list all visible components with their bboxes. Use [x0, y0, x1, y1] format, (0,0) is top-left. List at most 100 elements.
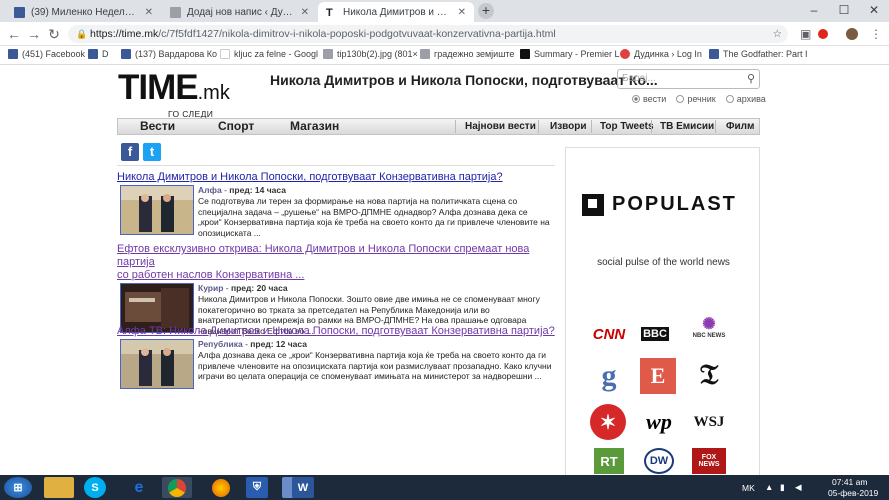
close-window-button[interactable]: ✕ — [859, 0, 889, 22]
chrome-icon[interactable] — [162, 477, 192, 498]
tab-facebook[interactable]: (39) Миленко Неделковски - Н ✕ — [6, 2, 161, 22]
opera-icon[interactable] — [818, 29, 828, 39]
new-tab-button[interactable]: + — [478, 3, 494, 19]
word-icon[interactable]: W — [292, 477, 314, 498]
star-icon[interactable]: ☆ — [773, 25, 782, 43]
reload-icon[interactable]: ↻ — [46, 26, 62, 42]
menu-magazine[interactable]: Магазин — [290, 119, 339, 134]
article-title-link[interactable]: Ефтов ексклузивно открива: Никола Димитр… — [117, 243, 557, 269]
article-title-link[interactable]: Никола Димитров и Никола Попоски, подгот… — [117, 171, 557, 184]
wsj-logo: WSJ — [693, 413, 725, 430]
bookmark-item[interactable]: kljuc za felne - Googl — [220, 49, 318, 59]
article-meta: Алфа - пред: 14 часа — [198, 185, 286, 195]
article-thumbnail[interactable] — [120, 339, 194, 389]
article-item: Никола Димитров и Никола Попоски, подгот… — [117, 171, 557, 245]
tab-strip: (39) Миленко Неделковски - Н ✕ Додај нов… — [0, 0, 889, 22]
start-button[interactable]: ⊞ — [4, 477, 32, 498]
dw-logo: DW — [644, 448, 674, 474]
bookmark-item[interactable]: Дудинка › Log In — [620, 49, 702, 59]
article-snippet: Алфа дознава дека се „крои“ Конзервативн… — [198, 350, 552, 381]
huffpost-logo: ✶ — [590, 404, 626, 440]
close-icon[interactable]: ✕ — [458, 7, 466, 18]
minimize-button[interactable]: – — [799, 0, 829, 22]
radio-dictionary[interactable]: речник — [676, 94, 716, 104]
close-icon[interactable]: ✕ — [145, 7, 153, 18]
tab-time-mk[interactable]: T Никола Димитров и Никола Пос ✕ — [318, 2, 474, 22]
menu-film[interactable]: Филм — [726, 119, 754, 134]
menu-icon[interactable]: ⋮ — [870, 26, 882, 42]
article-thumbnail[interactable] — [120, 185, 194, 235]
globe-icon — [420, 49, 430, 59]
shield-icon[interactable]: ⛨ — [246, 477, 268, 498]
clock-date[interactable]: 05-фев-2019 — [828, 488, 878, 498]
volume-icon[interactable]: ◀ — [795, 482, 802, 493]
twitter-share-button[interactable]: t — [143, 143, 161, 161]
bookmark-item[interactable]: (137) Вардарова Ко — [121, 49, 217, 59]
fox-logo: FOX NEWS — [692, 448, 726, 474]
menu-latest[interactable]: Најнови вести — [465, 119, 536, 134]
economist-logo: E — [640, 358, 676, 394]
avatar[interactable] — [846, 28, 858, 40]
firefox-icon[interactable] — [206, 477, 236, 498]
menu-sources[interactable]: Извори — [550, 119, 587, 134]
clock-time[interactable]: 07:41 am — [832, 477, 867, 487]
ie-icon[interactable]: e — [124, 477, 154, 498]
tab-title: Никола Димитров и Никола Пос — [343, 6, 452, 18]
bookmark-item[interactable]: градежно земјиште — [420, 49, 514, 59]
article-meta: Република - пред: 12 часа — [198, 339, 307, 349]
radio-news[interactable]: вести — [632, 94, 666, 104]
skype-icon[interactable]: S — [84, 477, 106, 498]
menu-tv[interactable]: ТВ Емисии — [660, 119, 714, 134]
bbc-logo: BBC — [641, 327, 669, 341]
page-content: TIME.mk ГО СЛЕДИ СВЕТОТ Никола Димитров … — [0, 65, 889, 475]
close-icon[interactable]: ✕ — [301, 7, 309, 18]
bookmark-item[interactable]: tip130b(2).jpg (801× — [323, 49, 418, 59]
time-mk-icon: T — [326, 6, 333, 19]
bookmark-item[interactable]: D — [88, 49, 109, 59]
facebook-icon — [121, 49, 131, 59]
article-title-link[interactable]: Алфа ТВ: Никола Димитров и Никола Попоск… — [117, 325, 557, 338]
tray-arrow-icon[interactable]: ▲ — [765, 482, 773, 492]
page-icon — [323, 49, 333, 59]
article-age: пред: 14 часа — [229, 185, 286, 195]
facebook-icon — [88, 49, 98, 59]
url-path: /c/7f5fdf1427/nikola-dimitrov-i-nikola-p… — [158, 28, 556, 40]
populast-logo-icon — [582, 193, 604, 216]
maximize-button[interactable]: ☐ — [829, 0, 859, 22]
article-source[interactable]: Курир — [198, 283, 223, 293]
file-explorer-icon[interactable] — [44, 477, 74, 498]
search-input[interactable]: Барај... ⚲ — [617, 69, 760, 89]
cnn-logo: CNN — [592, 325, 626, 343]
bookmark-item[interactable]: (451) Facebook — [8, 49, 85, 59]
facebook-icon — [14, 6, 25, 18]
forward-icon[interactable]: → — [26, 26, 42, 42]
radio-archive[interactable]: архива — [725, 94, 766, 104]
back-icon[interactable]: ← — [6, 26, 22, 42]
menu-sport[interactable]: Спорт — [218, 119, 254, 134]
address-bar[interactable]: 🔒 https://time.mk/c/7f5fdf1427/nikola-di… — [68, 25, 788, 43]
nbc-logo: ✺ NBC NEWS — [692, 316, 726, 340]
bookmark-item[interactable]: The Godfather: Part I — [709, 49, 808, 59]
tab-dudinka[interactable]: Додај нов напис ‹ Дудинка — W ✕ — [162, 2, 317, 22]
divider — [117, 165, 555, 166]
search-scope: вести речник архива — [632, 94, 766, 104]
search-icon[interactable]: ⚲ — [747, 70, 755, 88]
windows-taskbar: ⊞ S e ⛨ W MK ▲ ▮ ◀ 07:41 am 05-фев-2019 — [0, 475, 889, 500]
article-source[interactable]: Алфа — [198, 185, 222, 195]
language-indicator[interactable]: MK — [742, 483, 755, 493]
network-icon[interactable]: ▮ — [780, 482, 785, 493]
url-host: https://time.mk — [90, 28, 159, 40]
article-source[interactable]: Република — [198, 339, 243, 349]
article-title-link-line2[interactable]: со работен наслов Конзервативна ... — [117, 269, 557, 282]
page-title: Никола Димитров и Никола Попоски, подгот… — [270, 72, 658, 88]
facebook-share-button[interactable]: f — [121, 143, 139, 161]
extension-icon[interactable]: ▣ — [800, 26, 811, 42]
pinterest-icon — [620, 49, 630, 59]
lock-icon: 🔒 — [76, 29, 88, 39]
bookmark-item[interactable]: Summary - Premier L — [520, 49, 620, 59]
menu-top-tweets[interactable]: Top Tweets — [600, 119, 654, 134]
article-snippet: Се подготвува ли терен за формирање на н… — [198, 196, 550, 238]
populast-ad[interactable]: POPULAST social pulse of the world news … — [565, 147, 760, 475]
google-icon — [220, 49, 230, 59]
menu-news[interactable]: Вести — [140, 119, 175, 134]
